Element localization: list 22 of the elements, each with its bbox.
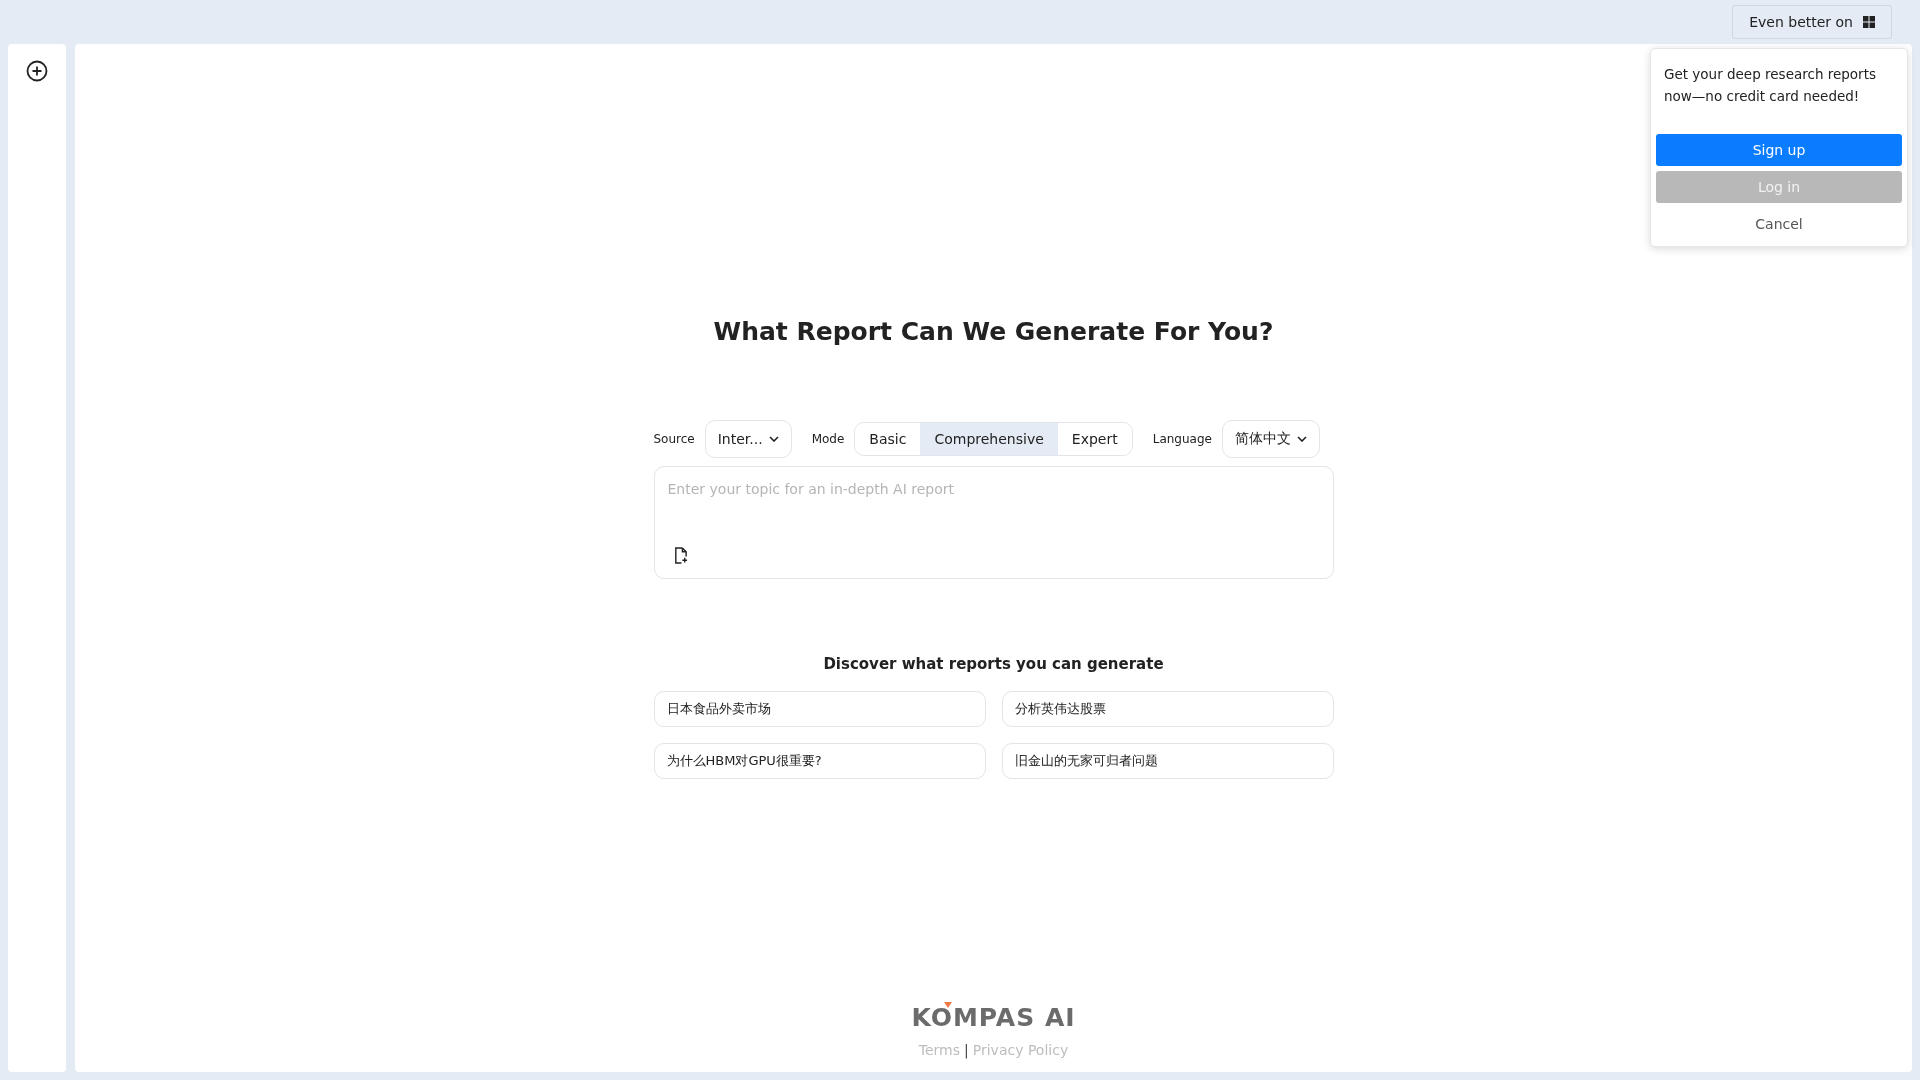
language-dropdown[interactable]: 简体中文	[1221, 420, 1320, 458]
language-label: Language	[1152, 432, 1212, 446]
source-label: Source	[653, 432, 695, 446]
suggestion-chip[interactable]: 分析英伟达股票	[1001, 691, 1334, 727]
suggestion-chip[interactable]: 为什么HBM对GPU很重要?	[653, 743, 986, 779]
platform-button[interactable]: Even better on	[1732, 5, 1892, 39]
kompas-logo: KOMPAS AI	[911, 1003, 1076, 1032]
windows-icon	[1863, 16, 1875, 28]
link-separator: |	[964, 1042, 969, 1058]
mode-label: Mode	[811, 432, 845, 446]
new-chat-icon[interactable]	[26, 60, 48, 82]
page-heading: What Report Can We Generate For You?	[713, 316, 1274, 346]
suggestion-chip[interactable]: 旧金山的无家可归者问题	[1001, 743, 1334, 779]
popup-message: Get your deep research reports now—no credit card needed!	[1664, 65, 1877, 106]
suggestion-chip[interactable]: 日本食品外卖市场	[653, 691, 986, 727]
sign-up-button[interactable]: Sign up	[1656, 134, 1902, 166]
chevron-down-icon	[768, 436, 779, 442]
chevron-down-icon	[1296, 436, 1307, 442]
mode-tab[interactable]: Comprehensive	[920, 423, 1058, 455]
discover-heading: Discover what reports you can generate	[823, 655, 1164, 673]
add-file-icon[interactable]	[672, 547, 688, 564]
source-dropdown[interactable]: Inter...	[704, 420, 792, 458]
